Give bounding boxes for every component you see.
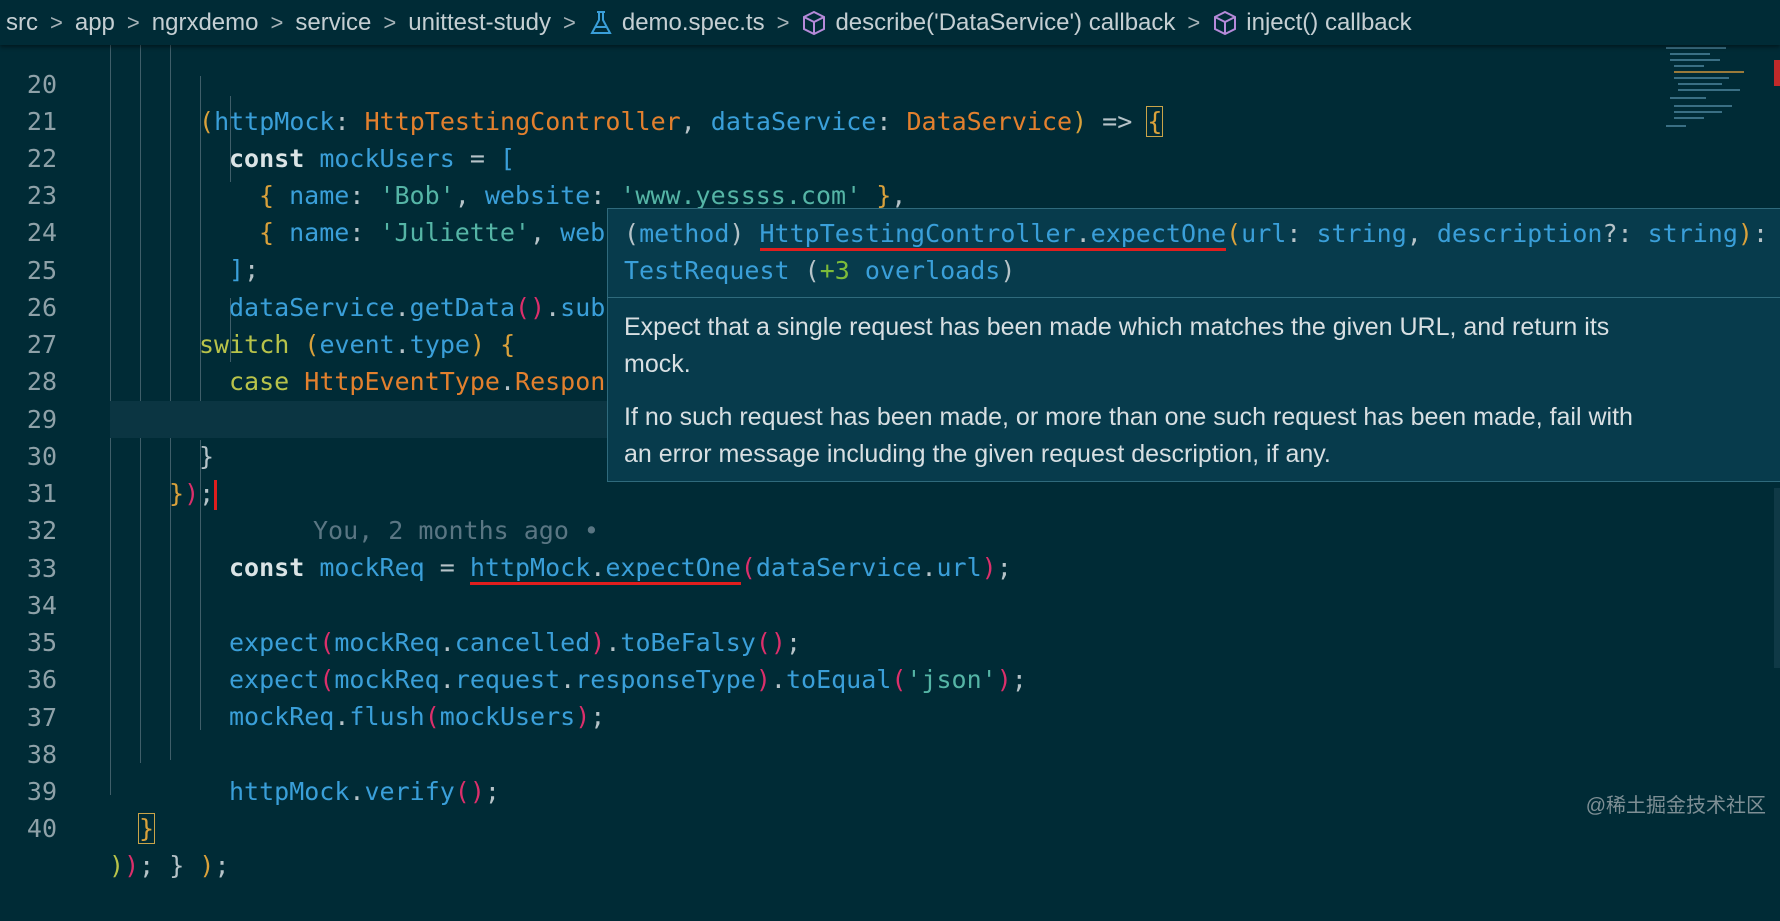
chevron-right-icon: > (1187, 9, 1201, 35)
chevron-right-icon: > (383, 9, 397, 35)
watermark: @稀土掘金技术社区 (1585, 795, 1766, 817)
scrollbar-thumb[interactable] (1774, 488, 1780, 668)
code-line[interactable]: 36 mockReq.flush(mockUsers); (0, 624, 1780, 731)
breadcrumb-item-file[interactable]: demo.spec.ts (622, 9, 765, 37)
code-line[interactable]: 21 const mockUsers = [ (0, 66, 1780, 173)
hover-signature: (method) HttpTestingController.expectOne… (624, 219, 1769, 285)
line-number: 40 (26, 814, 57, 843)
chevron-right-icon: > (776, 9, 790, 35)
hover-doc-paragraph: If no such request has been made, or mor… (624, 403, 1633, 468)
chevron-right-icon: > (562, 9, 576, 35)
breadcrumb-item-src[interactable]: src (6, 9, 38, 37)
cube-icon (801, 10, 827, 36)
breadcrumb-item-ngrxdemo[interactable]: ngrxdemo (152, 9, 259, 37)
chevron-right-icon: > (50, 9, 63, 35)
code-line[interactable]: 38 httpMock.verify(); (0, 699, 1780, 806)
breadcrumb-item-unittest-study[interactable]: unittest-study (408, 9, 551, 37)
breadcrumb-item-inject[interactable]: inject() callback (1246, 9, 1411, 37)
chevron-right-icon: > (270, 9, 284, 35)
code-line[interactable]: 22 { name: 'Bob', website: 'www.yessss.c… (0, 103, 1780, 210)
breadcrumb-item-describe[interactable]: describe('DataService') callback (835, 9, 1175, 37)
code-line[interactable]: 40 )); } ); (0, 773, 1780, 880)
breadcrumb-item-service[interactable]: service (295, 9, 371, 37)
breadcrumb-item-app[interactable]: app (75, 9, 115, 37)
scrollbar-marker (1774, 60, 1780, 86)
code-line[interactable]: 35 expect(mockReq.request.responseType).… (0, 587, 1780, 694)
code-line[interactable]: 33 (0, 513, 1780, 583)
chevron-right-icon: > (126, 9, 140, 35)
hover-divider (608, 297, 1780, 298)
hover-tooltip[interactable]: (method) HttpTestingController.expectOne… (607, 208, 1780, 482)
minimap[interactable] (1656, 45, 1766, 135)
cube-icon (1212, 10, 1238, 36)
code-line[interactable]: 37 (0, 662, 1780, 732)
flask-icon (588, 10, 614, 36)
code-line[interactable]: 23 { name: 'Juliette', website: 'nope.co… (0, 140, 1780, 247)
hover-documentation: Expect that a single request has been ma… (624, 309, 1664, 489)
line-code: )); } ); (109, 851, 230, 880)
breadcrumb: src > app > ngrxdemo > service > unittes… (0, 0, 1780, 45)
hover-doc-paragraph: Expect that a single request has been ma… (624, 313, 1610, 378)
code-line[interactable]: 39 } (0, 736, 1780, 844)
code-line[interactable]: 34 expect(mockReq.cancelled).toBeFalsy()… (0, 550, 1780, 657)
line-code: } (137, 813, 156, 844)
